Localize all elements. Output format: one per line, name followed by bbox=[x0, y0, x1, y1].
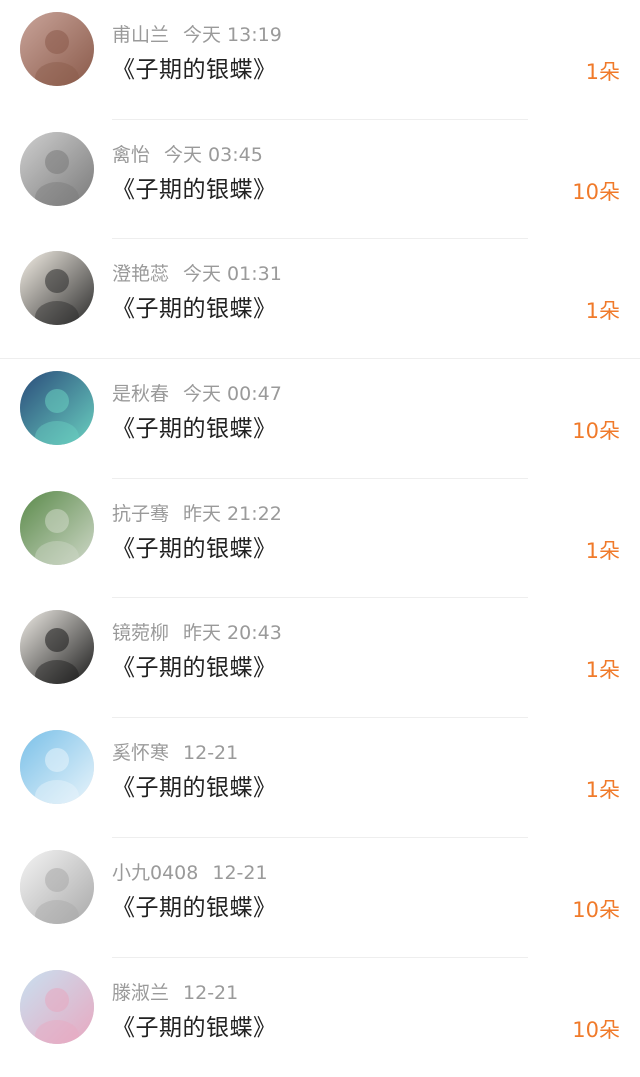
gift-row[interactable]: 镜菀柳昨天 20:43 《子期的银蝶》 1朵 bbox=[0, 598, 640, 718]
book-title: 《子期的银蝶》 bbox=[112, 289, 277, 323]
user-name[interactable]: 抗子骞 bbox=[112, 503, 169, 525]
book-title: 《子期的银蝶》 bbox=[112, 409, 277, 443]
gift-meta: 滕淑兰 12-21 bbox=[112, 978, 238, 1005]
gift-row[interactable]: 是秋春今天 00:47 《子期的银蝶》 10朵 bbox=[0, 359, 640, 479]
flower-count: 10朵 bbox=[572, 1014, 620, 1044]
gift-meta: 抗子骞昨天 21:22 bbox=[112, 499, 282, 526]
avatar-sky-clouds-icon[interactable] bbox=[20, 730, 94, 804]
gift-time: 昨天 20:43 bbox=[183, 622, 282, 644]
avatar-sketch-girl-icon[interactable] bbox=[20, 850, 94, 924]
gift-meta: 禽怡今天 03:45 bbox=[112, 140, 263, 167]
gift-row[interactable]: 小九0408 12-21 《子期的银蝶》 10朵 bbox=[0, 838, 640, 958]
flower-count: 10朵 bbox=[572, 894, 620, 924]
flower-count: 1朵 bbox=[586, 654, 620, 684]
gift-meta: 镜菀柳昨天 20:43 bbox=[112, 618, 282, 645]
user-name[interactable]: 澄艳蕊 bbox=[112, 263, 169, 285]
avatar-anime-bunny-girl-icon[interactable] bbox=[20, 251, 94, 325]
user-name[interactable]: 奚怀寒 bbox=[112, 742, 169, 764]
flower-count: 1朵 bbox=[586, 295, 620, 325]
book-title: 《子期的银蝶》 bbox=[112, 888, 277, 922]
avatar-peach-blossom-icon[interactable] bbox=[20, 970, 94, 1044]
user-name[interactable]: 是秋春 bbox=[112, 383, 169, 405]
gift-row[interactable]: 奚怀寒 12-21 《子期的银蝶》 1朵 bbox=[0, 718, 640, 838]
user-name[interactable]: 小九0408 bbox=[112, 862, 198, 884]
book-title: 《子期的银蝶》 bbox=[112, 1008, 277, 1042]
book-title: 《子期的银蝶》 bbox=[112, 50, 277, 84]
gift-meta: 甫山兰今天 13:19 bbox=[112, 20, 282, 47]
flower-count: 1朵 bbox=[586, 56, 620, 86]
avatar-anime-night-icon[interactable] bbox=[20, 371, 94, 445]
gift-time: 今天 01:31 bbox=[183, 263, 282, 285]
flower-count: 1朵 bbox=[586, 535, 620, 565]
flower-count: 10朵 bbox=[572, 415, 620, 445]
gift-meta: 小九0408 12-21 bbox=[112, 858, 268, 885]
flower-count: 10朵 bbox=[572, 176, 620, 206]
gift-time: 12-21 bbox=[212, 862, 267, 884]
avatar-path-landscape-icon[interactable] bbox=[20, 491, 94, 565]
book-title: 《子期的银蝶》 bbox=[112, 768, 277, 802]
book-title: 《子期的银蝶》 bbox=[112, 648, 277, 682]
book-title: 《子期的银蝶》 bbox=[112, 529, 277, 563]
gift-time: 12-21 bbox=[183, 982, 238, 1004]
avatar-person-brick-wall-icon[interactable] bbox=[20, 12, 94, 86]
gift-row[interactable]: 澄艳蕊今天 01:31 《子期的银蝶》 1朵 bbox=[0, 239, 640, 359]
gift-row[interactable]: 禽怡今天 03:45 《子期的银蝶》 10朵 bbox=[0, 120, 640, 240]
gift-time: 今天 00:47 bbox=[183, 383, 282, 405]
gift-list: 甫山兰今天 13:19《子期的银蝶》1朵禽怡今天 03:45《子期的银蝶》10朵… bbox=[0, 0, 640, 1077]
book-title: 《子期的银蝶》 bbox=[112, 170, 277, 204]
avatar-anime-grey-boy-icon[interactable] bbox=[20, 132, 94, 206]
gift-meta: 澄艳蕊今天 01:31 bbox=[112, 259, 282, 286]
gift-row[interactable]: 甫山兰今天 13:19 《子期的银蝶》 1朵 bbox=[0, 0, 640, 120]
gift-meta: 是秋春今天 00:47 bbox=[112, 379, 282, 406]
gift-row[interactable]: 抗子骞昨天 21:22 《子期的银蝶》 1朵 bbox=[0, 479, 640, 599]
user-name[interactable]: 镜菀柳 bbox=[112, 622, 169, 644]
gift-row[interactable]: 滕淑兰 12-21 《子期的银蝶》 10朵 bbox=[0, 958, 640, 1077]
user-name[interactable]: 甫山兰 bbox=[112, 24, 169, 46]
gift-meta: 奚怀寒 12-21 bbox=[112, 738, 238, 765]
flower-count: 1朵 bbox=[586, 774, 620, 804]
user-name[interactable]: 滕淑兰 bbox=[112, 982, 169, 1004]
gift-time: 今天 13:19 bbox=[183, 24, 282, 46]
avatar-ink-girl-icon[interactable] bbox=[20, 610, 94, 684]
user-name[interactable]: 禽怡 bbox=[112, 144, 150, 166]
gift-time: 12-21 bbox=[183, 742, 238, 764]
gift-time: 昨天 21:22 bbox=[183, 503, 282, 525]
gift-time: 今天 03:45 bbox=[164, 144, 263, 166]
